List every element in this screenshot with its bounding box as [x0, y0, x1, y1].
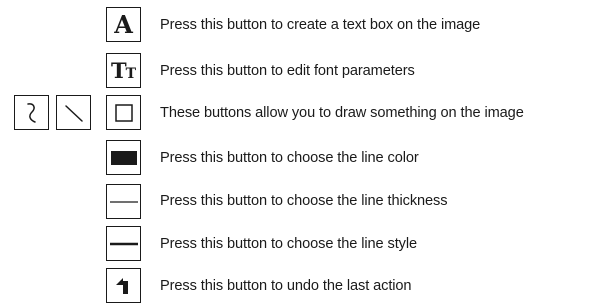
undo-icon [115, 277, 128, 294]
line-style-description: Press this button to choose the line sty… [160, 236, 418, 252]
freehand-draw-button[interactable] [14, 95, 49, 130]
text-box-description: Press this button to create a text box o… [160, 17, 481, 33]
line-thickness-icon [109, 200, 138, 203]
font-parameters-glyph-large: T [110, 58, 127, 83]
font-parameters-description: Press this button to edit font parameter… [160, 63, 415, 79]
rectangle-draw-button[interactable] [106, 95, 141, 130]
line-color-button[interactable] [106, 140, 141, 175]
line-draw-button[interactable] [56, 95, 91, 130]
text-box-icon: A [114, 9, 133, 39]
undo-description: Press this button to undo the last actio… [160, 278, 412, 294]
rectangle-draw-icon [114, 103, 133, 122]
freehand-draw-icon [26, 102, 36, 123]
line-draw-icon [64, 104, 83, 122]
line-color-icon [110, 150, 137, 165]
line-thickness-description: Press this button to choose the line thi… [160, 193, 448, 209]
line-thickness-button[interactable] [106, 184, 141, 219]
line-style-icon [109, 242, 138, 245]
font-parameters-icon: TT [111, 60, 136, 81]
font-parameters-button[interactable]: TT [106, 53, 141, 88]
font-parameters-glyph-small: T [125, 66, 137, 82]
draw-tools-description: These buttons allow you to draw somethin… [160, 105, 524, 121]
line-color-description: Press this button to choose the line col… [160, 150, 419, 166]
undo-button[interactable] [106, 268, 141, 303]
text-box-button[interactable]: A [106, 7, 141, 42]
line-style-button[interactable] [106, 226, 141, 261]
